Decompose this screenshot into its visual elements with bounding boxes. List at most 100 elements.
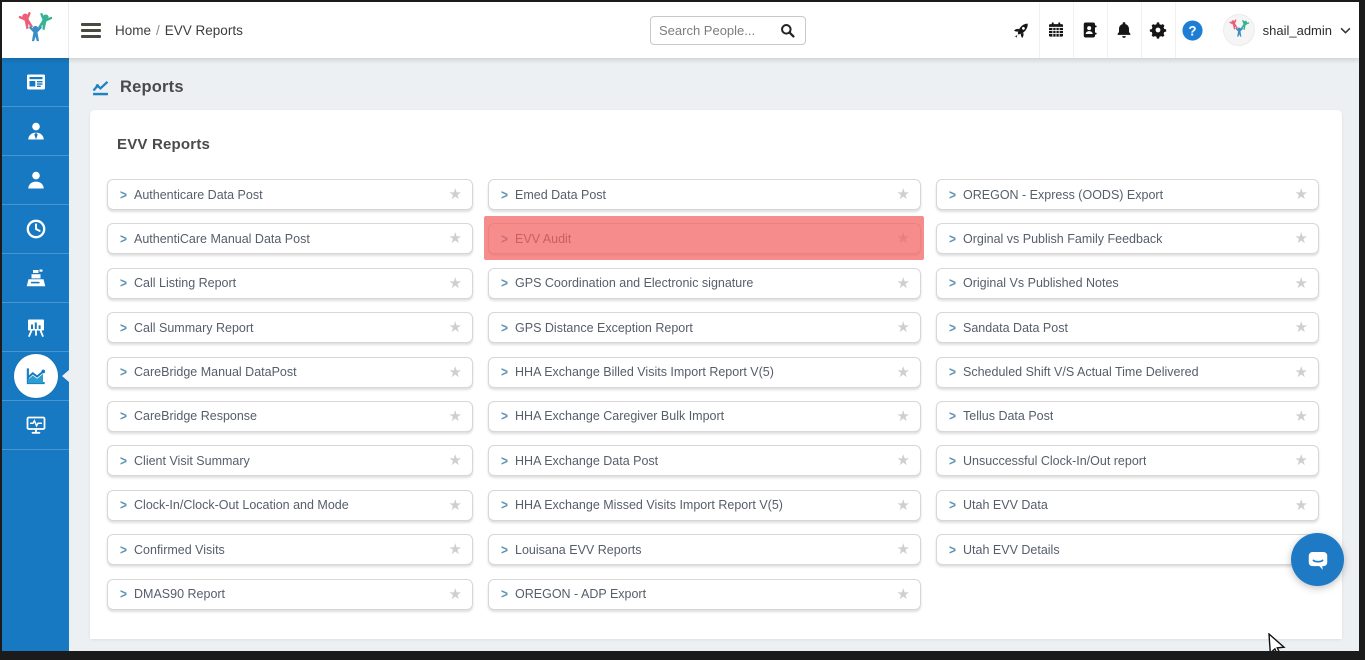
chevron-right-icon: > — [120, 231, 127, 247]
star-icon[interactable]: ★ — [897, 542, 910, 557]
report-item[interactable]: >Client Visit Summary★ — [107, 445, 473, 476]
notifications-button[interactable] — [1107, 2, 1141, 58]
report-item[interactable]: >Original Vs Published Notes★ — [936, 268, 1319, 299]
chevron-right-icon: > — [120, 186, 127, 202]
chevron-right-icon: > — [501, 497, 508, 513]
sidebar-item-billing[interactable] — [2, 254, 69, 303]
star-icon[interactable]: ★ — [1295, 453, 1308, 468]
sidebar-item-employees[interactable] — [2, 107, 69, 156]
system-monitor-icon — [24, 413, 48, 437]
report-item[interactable]: >Clock-In/Clock-Out Location and Mode★ — [107, 490, 473, 521]
notifications-bell-icon — [1114, 20, 1134, 40]
training-easel-icon — [24, 315, 48, 339]
report-item[interactable]: >Louisana EVV Reports★ — [488, 534, 921, 565]
sidebar-item-news[interactable] — [2, 58, 69, 107]
rocket-button[interactable] — [1005, 2, 1039, 58]
report-item[interactable]: > Emed Data Post ★ — [488, 179, 921, 210]
report-item[interactable]: >GPS Coordination and Electronic signatu… — [488, 268, 921, 299]
star-icon[interactable]: ★ — [449, 365, 462, 380]
sidebar-item-time-clock[interactable] — [2, 205, 69, 254]
breadcrumb-home-link[interactable]: Home — [115, 23, 151, 38]
star-icon[interactable]: ★ — [1295, 231, 1308, 246]
star-icon[interactable]: ★ — [897, 365, 910, 380]
report-item-label: Tellus Data Post — [963, 409, 1053, 423]
report-item[interactable]: >Scheduled Shift V/S Actual Time Deliver… — [936, 357, 1319, 388]
search-people-input[interactable] — [659, 23, 778, 38]
star-icon[interactable]: ★ — [1295, 409, 1308, 424]
settings-button[interactable] — [1141, 2, 1175, 58]
star-icon[interactable]: ★ — [897, 498, 910, 513]
line-chart-icon — [90, 77, 111, 98]
star-icon[interactable]: ★ — [1295, 320, 1308, 335]
star-icon[interactable]: ★ — [449, 453, 462, 468]
report-item[interactable]: >CareBridge Response★ — [107, 401, 473, 432]
report-item[interactable]: >DMAS90 Report★ — [107, 579, 473, 610]
sidebar-item-monitoring[interactable] — [2, 401, 69, 450]
report-item-label: Confirmed Visits — [134, 543, 225, 557]
report-item[interactable]: >GPS Distance Exception Report★ — [488, 312, 921, 343]
star-icon[interactable]: ★ — [897, 320, 910, 335]
search-icon[interactable] — [778, 21, 797, 40]
report-item[interactable]: >Utah EVV Details★ — [936, 534, 1319, 565]
report-item-label: Clock-In/Clock-Out Location and Mode — [134, 498, 349, 512]
rocket-icon — [1011, 20, 1032, 41]
address-book-button[interactable] — [1073, 2, 1107, 58]
star-icon[interactable]: ★ — [897, 453, 910, 468]
star-icon[interactable]: ★ — [449, 187, 462, 202]
chat-launcher-button[interactable] — [1291, 533, 1344, 586]
report-item-label: Utah EVV Details — [963, 543, 1060, 557]
star-icon[interactable]: ★ — [1295, 187, 1308, 202]
report-item[interactable]: >HHA Exchange Data Post★ — [488, 445, 921, 476]
report-item-highlighted[interactable]: >EVV Audit★ — [488, 223, 921, 254]
star-icon[interactable]: ★ — [897, 587, 910, 602]
report-item-label: OREGON - ADP Export — [515, 587, 646, 601]
star-icon[interactable]: ★ — [449, 409, 462, 424]
report-item[interactable]: >Authenticare Data Post★ — [107, 179, 473, 210]
app-logo[interactable] — [2, 2, 69, 58]
report-item-label: HHA Exchange Caregiver Bulk Import — [515, 409, 724, 423]
report-item[interactable]: >OREGON - ADP Export★ — [488, 579, 921, 610]
time-clock-icon — [24, 217, 48, 241]
star-icon[interactable]: ★ — [897, 276, 910, 291]
menu-toggle-button[interactable] — [81, 23, 101, 38]
report-item[interactable]: >HHA Exchange Missed Visits Import Repor… — [488, 490, 921, 521]
report-item[interactable]: >Orginal vs Publish Family Feedback★ — [936, 223, 1319, 254]
report-item[interactable]: >OREGON - Express (OODS) Export★ — [936, 179, 1319, 210]
help-icon: ? — [1181, 19, 1204, 42]
report-item-label: HHA Exchange Billed Visits Import Report… — [515, 365, 774, 379]
star-icon[interactable]: ★ — [449, 498, 462, 513]
report-item[interactable]: >CareBridge Manual DataPost★ — [107, 357, 473, 388]
sidebar-item-reports-active[interactable] — [2, 352, 69, 401]
chevron-right-icon: > — [501, 186, 508, 202]
report-item-label: OREGON - Express (OODS) Export — [963, 188, 1163, 202]
svg-text:?: ? — [1188, 23, 1196, 38]
star-icon[interactable]: ★ — [449, 320, 462, 335]
star-icon[interactable]: ★ — [1295, 276, 1308, 291]
report-item[interactable]: >Tellus Data Post★ — [936, 401, 1319, 432]
star-icon[interactable]: ★ — [897, 231, 910, 246]
user-menu[interactable]: shail_admin — [1223, 14, 1351, 46]
calendar-button[interactable] — [1039, 2, 1073, 58]
report-item[interactable]: >Call Listing Report★ — [107, 268, 473, 299]
report-item[interactable]: >HHA Exchange Billed Visits Import Repor… — [488, 357, 921, 388]
star-icon[interactable]: ★ — [1295, 365, 1308, 380]
star-icon[interactable]: ★ — [449, 231, 462, 246]
report-item[interactable]: >Unsuccessful Clock-In/Out report★ — [936, 445, 1319, 476]
help-button[interactable]: ? — [1175, 2, 1209, 58]
report-item-label: Utah EVV Data — [963, 498, 1048, 512]
report-item[interactable]: >Sandata Data Post★ — [936, 312, 1319, 343]
report-item[interactable]: >HHA Exchange Caregiver Bulk Import★ — [488, 401, 921, 432]
report-item[interactable]: >Call Summary Report★ — [107, 312, 473, 343]
star-icon[interactable]: ★ — [449, 542, 462, 557]
star-icon[interactable]: ★ — [449, 276, 462, 291]
star-icon[interactable]: ★ — [1295, 498, 1308, 513]
report-item-label: Emed Data Post — [515, 188, 606, 202]
star-icon[interactable]: ★ — [897, 409, 910, 424]
report-item[interactable]: >Utah EVV Data★ — [936, 490, 1319, 521]
sidebar-item-training[interactable] — [2, 303, 69, 352]
report-item[interactable]: >AuthentiCare Manual Data Post★ — [107, 223, 473, 254]
sidebar-item-clients[interactable] — [2, 156, 69, 205]
star-icon[interactable]: ★ — [449, 587, 462, 602]
report-item[interactable]: >Confirmed Visits★ — [107, 534, 473, 565]
star-icon[interactable]: ★ — [897, 187, 910, 202]
